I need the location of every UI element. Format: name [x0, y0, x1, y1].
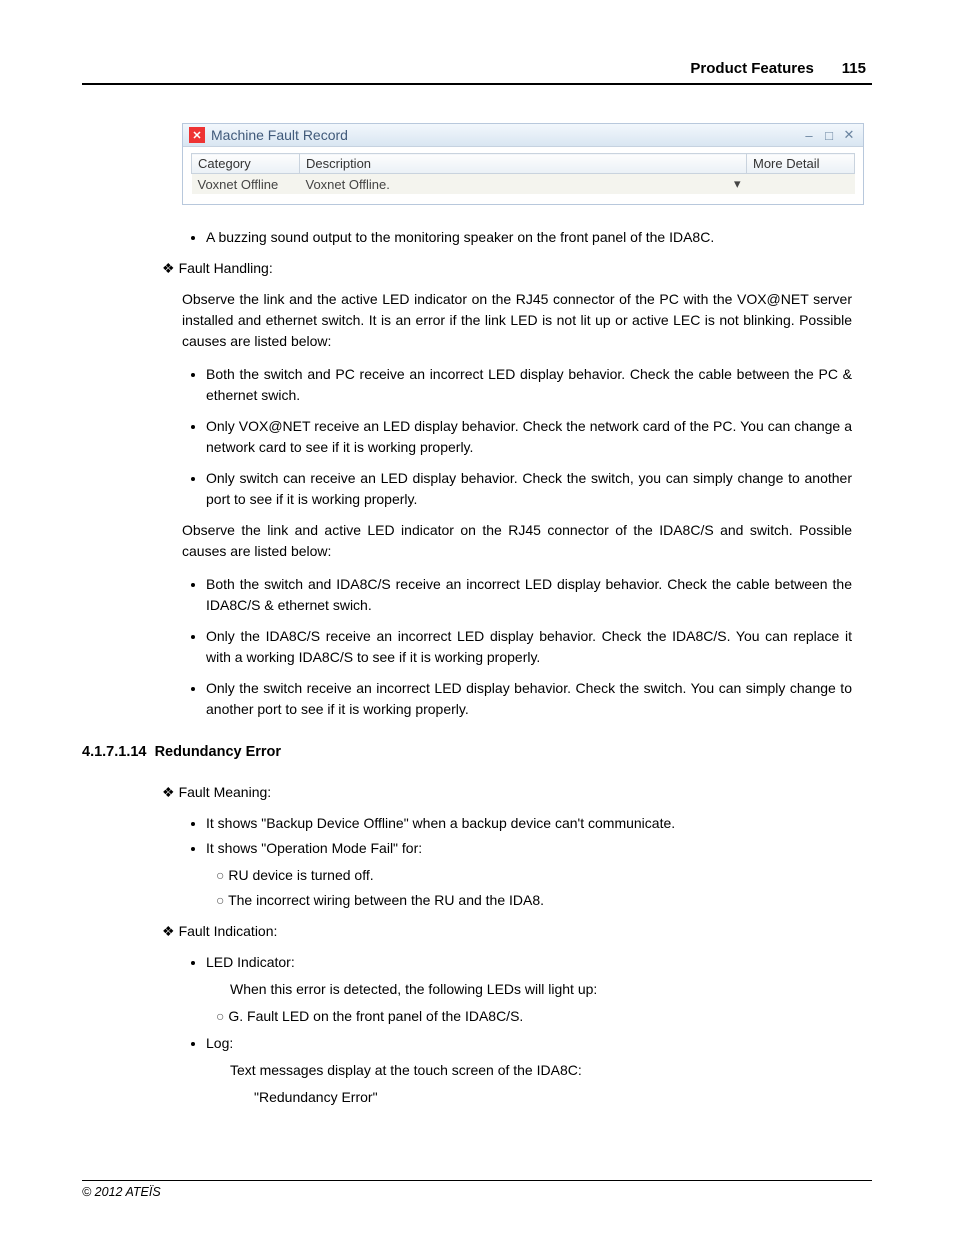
cell-more-detail: [747, 174, 855, 195]
subheading-fault-meaning: Fault Meaning:: [162, 782, 852, 803]
paragraph: Text messages display at the touch scree…: [230, 1060, 852, 1081]
cell-category: Voxnet Offline: [192, 174, 300, 195]
window-body: Category Description More Detail Voxnet …: [183, 147, 863, 204]
table-row[interactable]: Voxnet Offline Voxnet Offline. ▾: [192, 174, 855, 195]
bullet-item: It shows "Operation Mode Fail" for: RU d…: [206, 838, 852, 911]
subheading-fault-handling: Fault Handling:: [162, 258, 852, 279]
col-category[interactable]: Category: [192, 154, 300, 174]
minimize-icon[interactable]: –: [801, 128, 817, 143]
bullet-item: LED Indicator: When this error is detect…: [206, 952, 852, 1027]
sub-bullet-item: The incorrect wiring between the RU and …: [234, 890, 852, 911]
bullet-item: A buzzing sound output to the monitoring…: [206, 227, 852, 248]
bullet-item: Only the switch receive an incorrect LED…: [206, 678, 852, 720]
paragraph: Observe the link and the active LED indi…: [182, 289, 852, 352]
bullet-item: Only switch can receive an LED display b…: [206, 468, 852, 510]
subheading-fault-indication: Fault Indication:: [162, 921, 852, 942]
window-titlebar: ✕ Machine Fault Record – □ ✕: [183, 124, 863, 147]
sub-bullet-item: G. Fault LED on the front panel of the I…: [234, 1006, 852, 1027]
bullet-item: Both the switch and IDA8C/S receive an i…: [206, 574, 852, 616]
fault-record-window: ✕ Machine Fault Record – □ ✕ Category De…: [182, 123, 864, 205]
bullet-item: It shows "Backup Device Offline" when a …: [206, 813, 852, 834]
paragraph: Observe the link and active LED indicato…: [182, 520, 852, 562]
document-body-2: Fault Meaning: It shows "Backup Device O…: [182, 782, 852, 1108]
page-header: Product Features 115: [82, 60, 872, 85]
bullet-item: Log: Text messages display at the touch …: [206, 1033, 852, 1108]
window-title: Machine Fault Record: [211, 127, 797, 143]
table-header-row: Category Description More Detail: [192, 154, 855, 174]
section-number: 4.1.7.1.14: [82, 744, 147, 760]
sub-bullet-item: RU device is turned off.: [234, 865, 852, 886]
section-heading: 4.1.7.1.14 Redundancy Error: [82, 744, 872, 760]
paragraph: When this error is detected, the followi…: [230, 979, 852, 1000]
header-title: Product Features: [690, 60, 813, 77]
col-description[interactable]: Description: [300, 154, 747, 174]
bullet-item: Only VOX@NET receive an LED display beha…: [206, 416, 852, 458]
close-icon[interactable]: ✕: [841, 127, 857, 143]
bullet-item: Both the switch and PC receive an incorr…: [206, 364, 852, 406]
fault-table: Category Description More Detail Voxnet …: [191, 153, 855, 194]
quoted-text: "Redundancy Error": [254, 1087, 852, 1108]
section-title: Redundancy Error: [155, 744, 282, 760]
header-page-number: 115: [842, 60, 866, 77]
app-icon: ✕: [189, 127, 205, 143]
bullet-item: Only the IDA8C/S receive an incorrect LE…: [206, 626, 852, 668]
page-footer: © 2012 ATEÏS: [82, 1180, 872, 1199]
col-more-detail[interactable]: More Detail: [747, 154, 855, 174]
cell-description: Voxnet Offline.: [300, 174, 713, 195]
maximize-icon[interactable]: □: [821, 128, 837, 143]
dropdown-icon[interactable]: ▾: [713, 174, 747, 195]
document-body: A buzzing sound output to the monitoring…: [182, 227, 852, 720]
